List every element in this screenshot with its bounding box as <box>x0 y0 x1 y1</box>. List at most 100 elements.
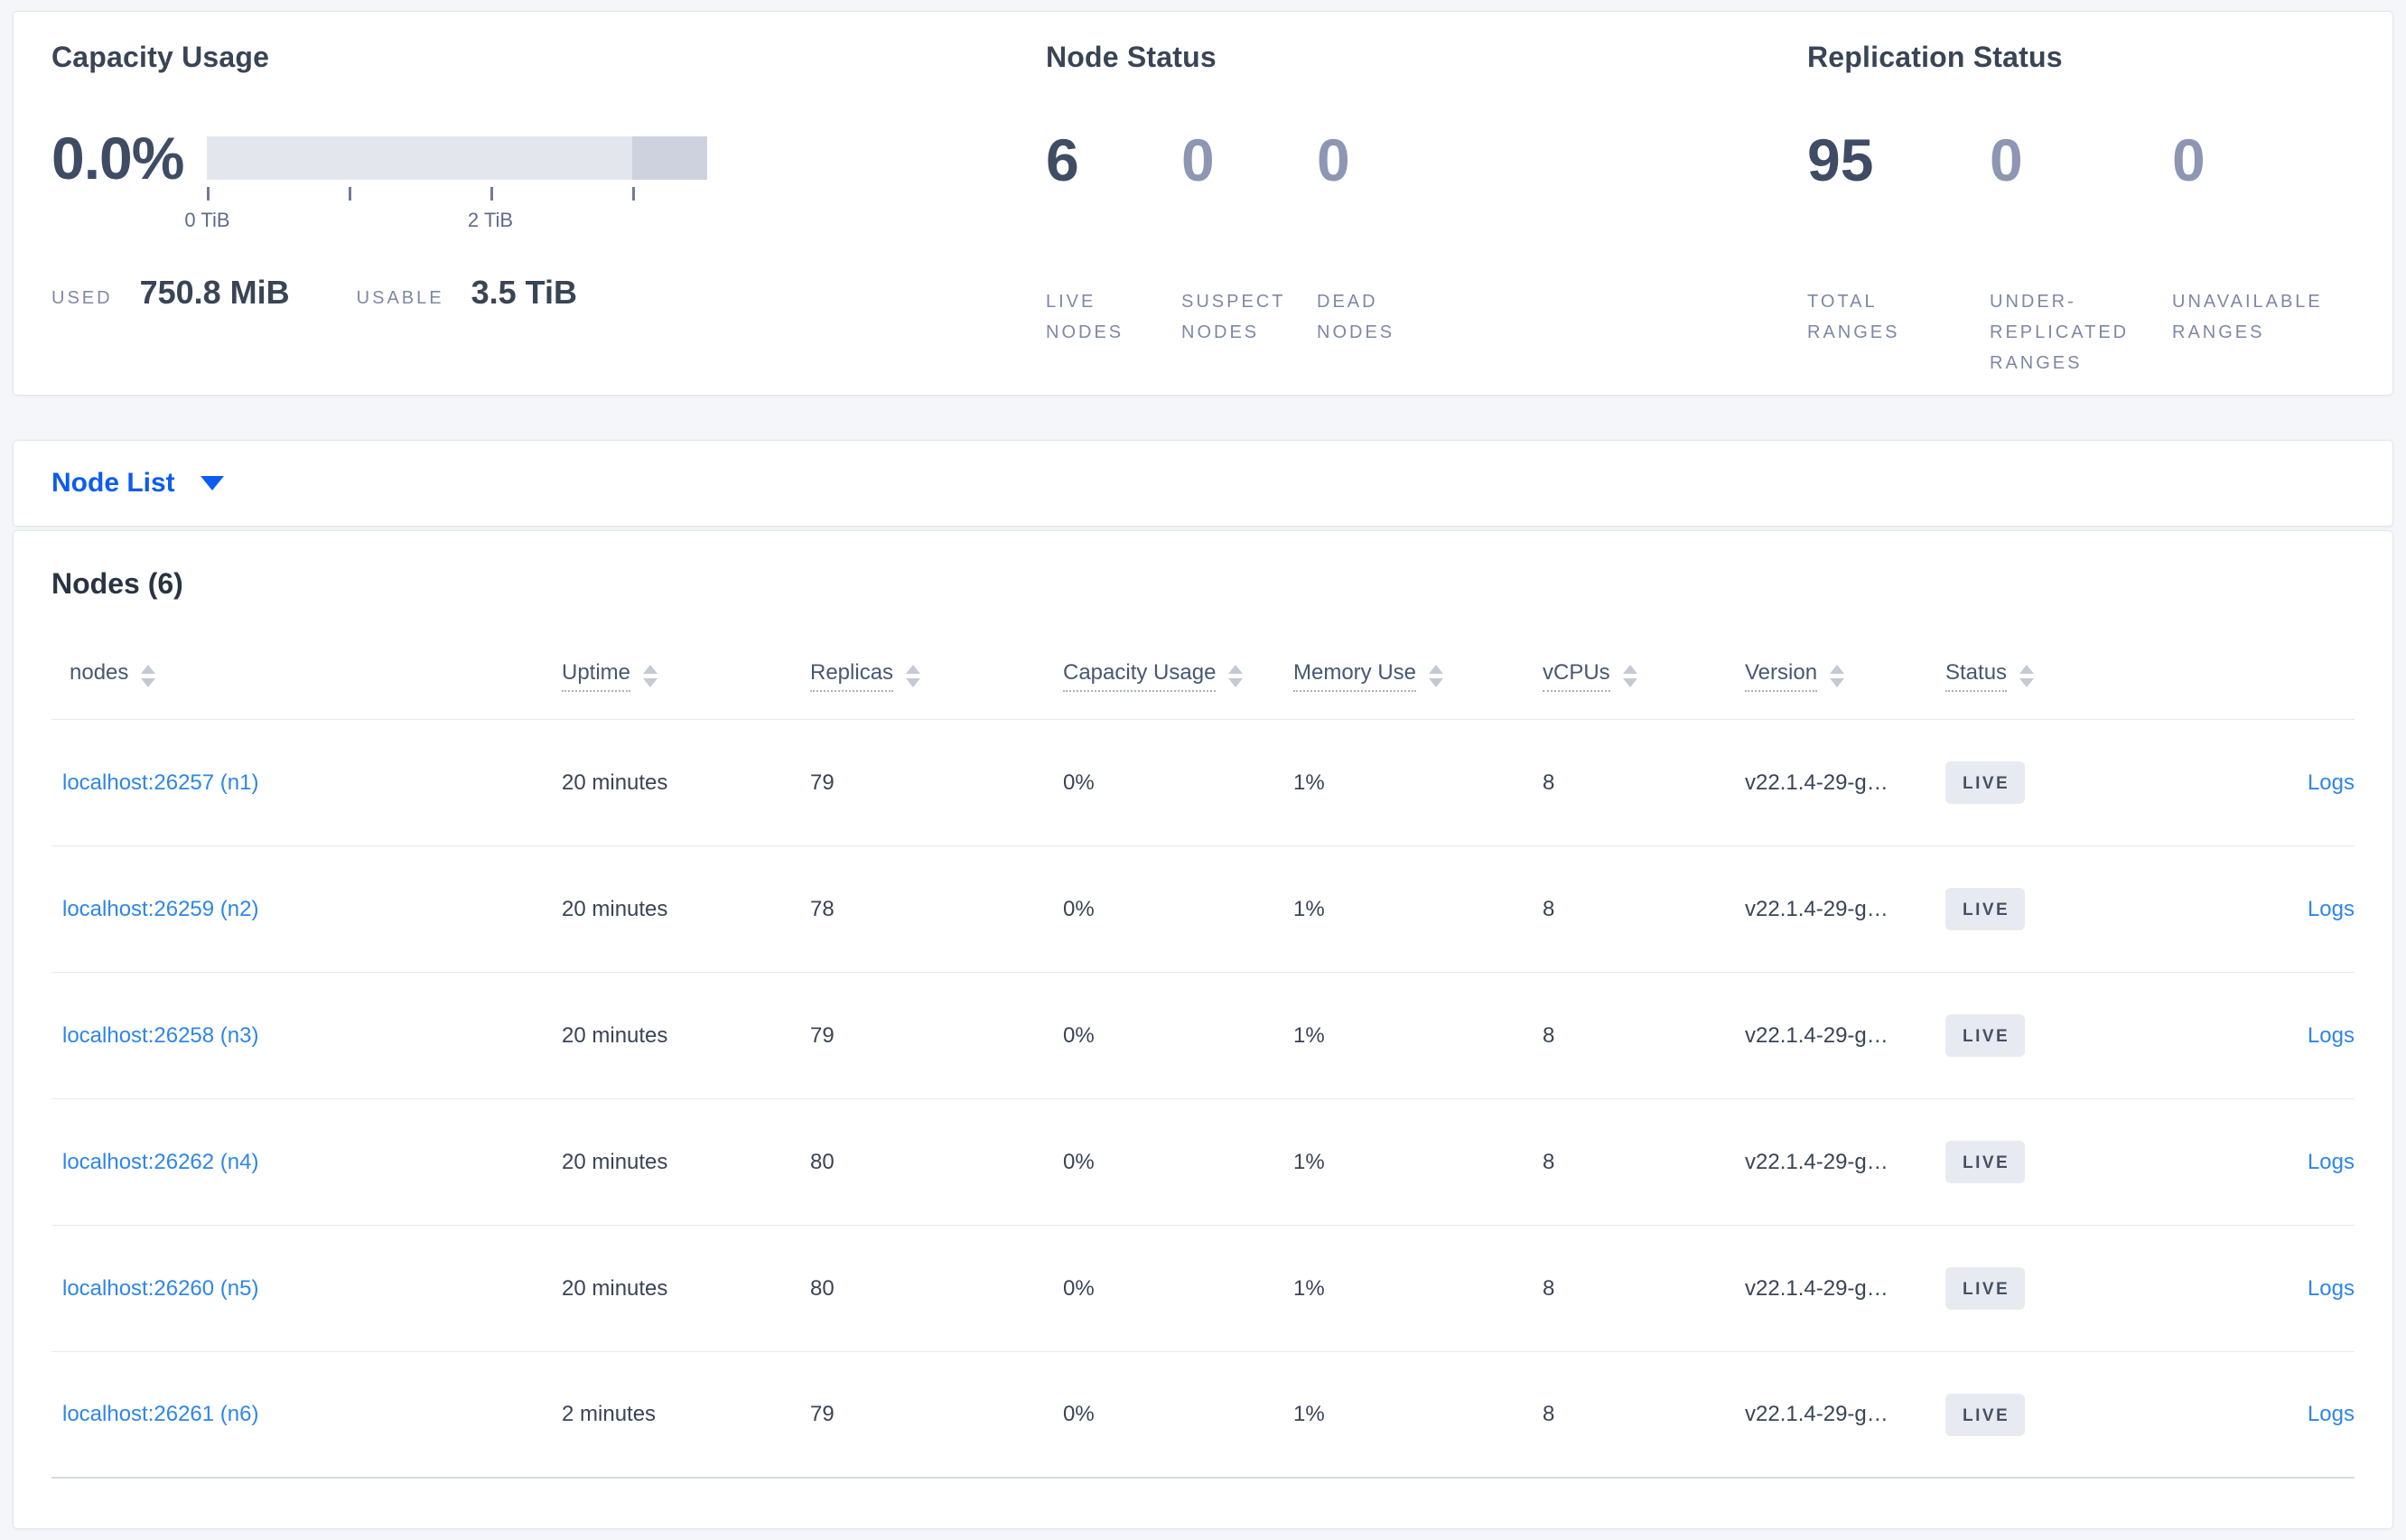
column-header-version[interactable]: Version <box>1745 660 1945 692</box>
cell-uptime: 20 minutes <box>562 896 668 921</box>
summary-metric: 0 UNAVAILABLE RANGES <box>2172 124 2355 378</box>
column-header-label: Replicas <box>810 660 894 692</box>
node-cell: localhost:26262 (n4) <box>51 1150 562 1175</box>
node-cell: localhost:26257 (n1) <box>51 770 562 796</box>
cell-uptime: 20 minutes <box>562 1275 668 1301</box>
node-cell: localhost:26259 (n2) <box>51 897 562 922</box>
column-header-label: Status <box>1945 660 2008 692</box>
status-cell: LIVE <box>1945 761 2158 804</box>
column-header-capacity-usage[interactable]: Capacity Usage <box>1063 660 1293 692</box>
logs-link[interactable]: Logs <box>2308 1023 2355 1048</box>
status-badge: LIVE <box>1945 1267 2026 1310</box>
node-link[interactable]: localhost:26259 (n2) <box>62 897 258 921</box>
replication-status-title: Replication Status <box>1807 41 2063 73</box>
sort-up-icon <box>1228 665 1244 674</box>
logs-link[interactable]: Logs <box>2308 1276 2355 1301</box>
capacity-bar-ticks: 0 TiB 2 TiB <box>184 180 707 234</box>
metric-value: 0 <box>1317 126 1350 193</box>
capacity-bar-dark-segment <box>632 136 708 180</box>
capacity-usage-title: Capacity Usage <box>51 41 270 73</box>
sort-up-icon <box>141 665 156 674</box>
node-cell: localhost:26258 (n3) <box>51 1023 562 1049</box>
sort-arrows-icon <box>1830 665 1845 687</box>
sort-arrows-icon <box>1228 665 1244 687</box>
cell-version: v22.1.4-29-g… <box>1745 1275 1888 1301</box>
cell-memory-use: 1% <box>1293 896 1325 921</box>
summary-metric: 0 UNDER-REPLICATED RANGES <box>1990 124 2172 378</box>
column-header-label: vCPUs <box>1543 660 1610 692</box>
cell-capacity-usage: 0% <box>1063 770 1095 795</box>
status-cell: LIVE <box>1945 1267 2158 1310</box>
status-cell: LIVE <box>1945 1393 2158 1436</box>
node-list-dropdown-label: Node List <box>51 468 175 498</box>
logs-cell: Logs <box>2158 1150 2355 1175</box>
status-cell: LIVE <box>1945 1014 2158 1057</box>
column-header-status[interactable]: Status <box>1945 660 2158 692</box>
node-status-metrics: 6 LIVE NODES 0 SUSPECT NODES 0 DEAD NODES <box>1046 124 1807 348</box>
capacity-bar-tick <box>349 187 352 201</box>
capacity-bar-tick <box>632 187 636 201</box>
cell-vcpus: 8 <box>1543 896 1555 921</box>
cell-capacity-usage: 0% <box>1063 1022 1095 1048</box>
cell-vcpus: 8 <box>1543 1022 1555 1048</box>
capacity-bar-track <box>207 136 708 180</box>
table-row: localhost:26257 (n1) 20 minutes 79 0% 1% 8 v22… <box>51 720 2355 846</box>
table-header-row: nodes Uptime Replicas Capacity Usage Memory … <box>51 633 2355 720</box>
nodes-table-title: Nodes (6) <box>51 567 183 600</box>
column-header-label: nodes <box>70 660 129 685</box>
cell-vcpus: 8 <box>1543 1149 1555 1174</box>
logs-link[interactable]: Logs <box>2308 1402 2355 1426</box>
metric-value: 0 <box>1990 126 2023 193</box>
cell-replicas: 79 <box>810 1402 835 1426</box>
node-link[interactable]: localhost:26261 (n6) <box>62 1402 258 1426</box>
logs-link[interactable]: Logs <box>2308 770 2355 795</box>
cell-memory-use: 1% <box>1293 1275 1325 1301</box>
sort-up-icon <box>1830 665 1845 674</box>
sort-down-icon <box>1228 678 1244 687</box>
column-header-label: Capacity Usage <box>1063 660 1217 692</box>
node-link[interactable]: localhost:26257 (n1) <box>62 770 258 795</box>
logs-link[interactable]: Logs <box>2308 1150 2355 1174</box>
column-header-nodes[interactable]: nodes <box>51 660 562 692</box>
sort-arrows-icon <box>141 665 156 687</box>
cell-memory-use: 1% <box>1293 1022 1325 1048</box>
node-link[interactable]: localhost:26262 (n4) <box>62 1150 258 1174</box>
cluster-summary-card: Capacity Usage 0.0% 0 TiB 2 TiB USED 750.… <box>13 11 2393 396</box>
sort-arrows-icon <box>2019 665 2035 687</box>
summary-metric: 0 DEAD NODES <box>1317 124 1452 348</box>
column-header-replicas[interactable]: Replicas <box>810 660 1063 692</box>
cell-version: v22.1.4-29-g… <box>1745 770 1888 795</box>
logs-cell: Logs <box>2158 1023 2355 1049</box>
cell-memory-use: 1% <box>1293 1149 1325 1174</box>
logs-link[interactable]: Logs <box>2308 897 2355 921</box>
sort-down-icon <box>1830 678 1845 687</box>
summary-metric: 6 LIVE NODES <box>1046 124 1181 348</box>
sort-down-icon <box>643 678 658 687</box>
capacity-stats: USED 750.8 MiB USABLE 3.5 TiB <box>51 274 1046 312</box>
column-header-memory-use[interactable]: Memory Use <box>1293 660 1543 692</box>
logs-cell: Logs <box>2158 1276 2355 1302</box>
sort-up-icon <box>906 665 921 674</box>
sort-arrows-icon <box>1622 665 1637 687</box>
sort-arrows-icon <box>643 665 658 687</box>
cell-replicas: 80 <box>810 1275 835 1301</box>
cell-replicas: 78 <box>810 896 835 921</box>
status-badge: LIVE <box>1945 1393 2026 1436</box>
status-badge: LIVE <box>1945 888 2026 930</box>
column-header-vcpus[interactable]: vCPUs <box>1543 660 1745 692</box>
column-header-label: Uptime <box>562 660 631 692</box>
cell-capacity-usage: 0% <box>1063 896 1095 921</box>
metric-label: DEAD NODES <box>1317 292 1395 342</box>
node-list-dropdown[interactable]: Node List <box>51 468 224 499</box>
column-header-uptime[interactable]: Uptime <box>562 660 810 692</box>
sort-up-icon <box>2019 665 2035 674</box>
capacity-percent-used: 0.0% <box>51 125 184 191</box>
node-link[interactable]: localhost:26260 (n5) <box>62 1276 258 1301</box>
node-link[interactable]: localhost:26258 (n3) <box>62 1023 258 1048</box>
table-body: localhost:26257 (n1) 20 minutes 79 0% 1% 8 v22… <box>51 720 2355 1479</box>
chevron-down-icon <box>200 476 224 490</box>
capacity-bar-tick-label: 0 TiB <box>184 209 230 231</box>
sort-up-icon <box>1622 665 1637 674</box>
used-value: 750.8 MiB <box>139 274 290 311</box>
summary-metric: 95 TOTAL RANGES <box>1807 124 1990 378</box>
